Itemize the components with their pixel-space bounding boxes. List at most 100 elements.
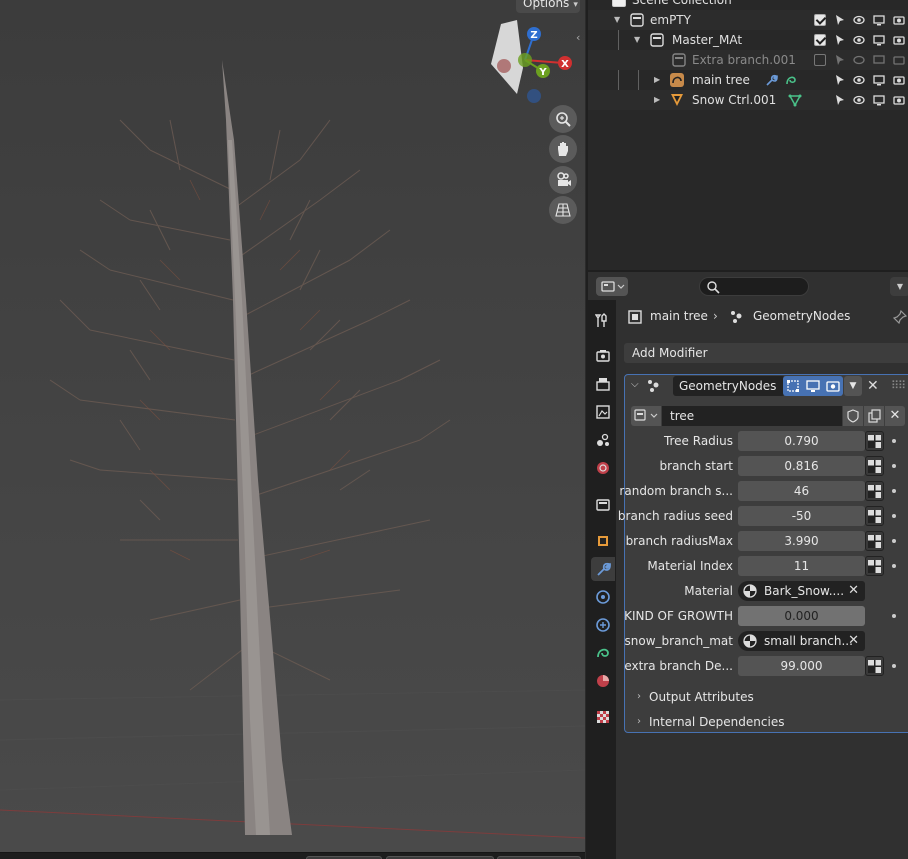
render-camera-icon[interactable] <box>893 74 905 86</box>
eye-icon[interactable] <box>853 54 865 66</box>
node-group-name-field[interactable]: tree <box>662 406 842 426</box>
node-group-browse-button[interactable] <box>631 406 661 426</box>
navigation-gizmo[interactable]: Z X Y <box>487 20 579 110</box>
exclude-checkbox[interactable] <box>814 54 826 66</box>
add-modifier-button[interactable]: Add Modifier <box>624 343 908 363</box>
clear-material-close-icon[interactable]: ✕ <box>848 631 859 651</box>
monitor-icon[interactable] <box>873 34 885 46</box>
duplicate-icon[interactable] <box>864 406 884 426</box>
expand-arrow-icon[interactable]: ▼ <box>634 30 640 50</box>
outliner-row-scene-collection[interactable]: Scene Collection <box>588 0 908 10</box>
tab-physics[interactable] <box>591 613 615 637</box>
select-arrow-icon[interactable] <box>834 34 846 46</box>
tab-particles[interactable] <box>591 585 615 609</box>
eye-icon[interactable] <box>853 94 865 106</box>
tab-output[interactable] <box>591 372 615 396</box>
exclude-checkbox[interactable] <box>814 14 826 26</box>
3d-viewport[interactable]: Options ▾ ‹ Z X Y <box>0 0 585 852</box>
monitor-icon[interactable] <box>873 94 885 106</box>
input-attribute-toggle-icon[interactable] <box>865 481 884 501</box>
expand-arrow-icon[interactable]: ▶ <box>654 70 660 90</box>
select-arrow-icon[interactable] <box>834 74 846 86</box>
kind-of-growth-field[interactable]: 0.000 <box>738 606 865 626</box>
eye-icon[interactable] <box>853 74 865 86</box>
input-attribute-toggle-icon[interactable] <box>865 556 884 576</box>
tab-object[interactable] <box>591 529 615 553</box>
keyframe-dot-icon[interactable] <box>892 489 896 493</box>
keyframe-dot-icon[interactable] <box>892 564 896 568</box>
input-attribute-toggle-icon[interactable] <box>865 431 884 451</box>
options-dropdown[interactable]: Options ▾ <box>516 0 580 13</box>
select-arrow-icon[interactable] <box>834 94 846 106</box>
curve-data-icon[interactable] <box>784 73 798 87</box>
modifier-menu-chevron-icon[interactable]: ▼ <box>844 376 862 396</box>
tab-modifiers[interactable] <box>591 557 615 581</box>
input-attribute-toggle-icon[interactable] <box>865 506 884 526</box>
tree-radius-field[interactable]: 0.790 <box>738 431 865 451</box>
modifier-name-field[interactable]: GeometryNodes <box>673 376 785 396</box>
keyframe-dot-icon[interactable] <box>892 614 896 618</box>
tab-render[interactable] <box>591 344 615 368</box>
keyframe-dot-icon[interactable] <box>892 664 896 668</box>
branch-radius-seed-field[interactable]: -50 <box>738 506 865 526</box>
viewport-toggle-icon[interactable] <box>803 376 823 396</box>
pan-hand-icon[interactable] <box>549 135 577 163</box>
tab-texture[interactable] <box>591 705 615 729</box>
keyframe-dot-icon[interactable] <box>892 464 896 468</box>
outliner-row-master-mat[interactable]: ▼ Master_MAt <box>588 30 908 50</box>
render-toggle-icon[interactable] <box>823 376 843 396</box>
extra-branch-field[interactable]: 99.000 <box>738 656 865 676</box>
fake-user-shield-icon[interactable] <box>843 406 863 426</box>
internal-dependencies-subpanel[interactable]: › Internal Dependencies <box>637 712 784 732</box>
render-camera-icon[interactable] <box>893 34 905 46</box>
tab-scene[interactable] <box>591 428 615 452</box>
monitor-icon[interactable] <box>873 54 885 66</box>
keyframe-dot-icon[interactable] <box>892 514 896 518</box>
material-selector[interactable]: Bark_Snow.... ✕ <box>738 581 865 601</box>
tab-material[interactable] <box>591 669 615 693</box>
input-attribute-toggle-icon[interactable] <box>865 656 884 676</box>
mesh-data-icon[interactable] <box>788 93 802 107</box>
input-attribute-toggle-icon[interactable] <box>865 531 884 551</box>
pin-icon[interactable] <box>893 310 907 324</box>
chevron-down-icon[interactable]: ▼ <box>890 277 908 296</box>
expand-arrow-icon[interactable]: ▶ <box>654 90 660 110</box>
expand-arrow-icon[interactable]: ▼ <box>614 10 620 30</box>
close-icon[interactable]: ✕ <box>867 376 879 396</box>
eye-icon[interactable] <box>853 34 865 46</box>
output-attributes-subpanel[interactable]: › Output Attributes <box>637 687 754 707</box>
branch-radius-max-field[interactable]: 3.990 <box>738 531 865 551</box>
select-arrow-icon[interactable] <box>834 14 846 26</box>
clear-material-close-icon[interactable]: ✕ <box>848 581 859 601</box>
tab-collection[interactable] <box>591 493 615 517</box>
branch-start-field[interactable]: 0.816 <box>738 456 865 476</box>
random-branch-field[interactable]: 46 <box>738 481 865 501</box>
outliner-row-extra-branch[interactable]: Extra branch.001 <box>588 50 908 70</box>
render-camera-icon[interactable] <box>893 54 905 66</box>
properties-search-input[interactable] <box>699 277 809 296</box>
tab-world[interactable] <box>591 456 615 480</box>
collapse-chevron-icon[interactable]: ⌵ <box>631 379 639 390</box>
outliner[interactable]: Scene Collection ▼ emPTY ▼ Master_MAt Ex… <box>588 0 908 270</box>
keyframe-dot-icon[interactable] <box>892 539 896 543</box>
outliner-row-snow-ctrl[interactable]: ▶ Snow Ctrl.001 <box>588 90 908 110</box>
input-attribute-toggle-icon[interactable] <box>865 456 884 476</box>
zoom-icon[interactable] <box>549 105 577 133</box>
editor-type-dropdown[interactable] <box>596 277 628 296</box>
render-camera-icon[interactable] <box>893 94 905 106</box>
tab-object-data[interactable] <box>591 641 615 665</box>
tab-tool[interactable] <box>591 309 615 333</box>
keyframe-dot-icon[interactable] <box>892 439 896 443</box>
monitor-icon[interactable] <box>873 74 885 86</box>
monitor-icon[interactable] <box>873 14 885 26</box>
edit-mode-toggle-icon[interactable] <box>783 376 803 396</box>
drag-handle-icon[interactable]: ⠿⠿ <box>891 376 906 396</box>
eye-icon[interactable] <box>853 14 865 26</box>
material-index-field[interactable]: 11 <box>738 556 865 576</box>
render-camera-icon[interactable] <box>893 14 905 26</box>
snow-branch-material-selector[interactable]: small branch... ✕ <box>738 631 865 651</box>
outliner-row-empty[interactable]: ▼ emPTY <box>588 10 908 30</box>
exclude-checkbox[interactable] <box>814 34 826 46</box>
unlink-close-icon[interactable]: ✕ <box>885 406 905 426</box>
select-arrow-icon[interactable] <box>834 54 846 66</box>
